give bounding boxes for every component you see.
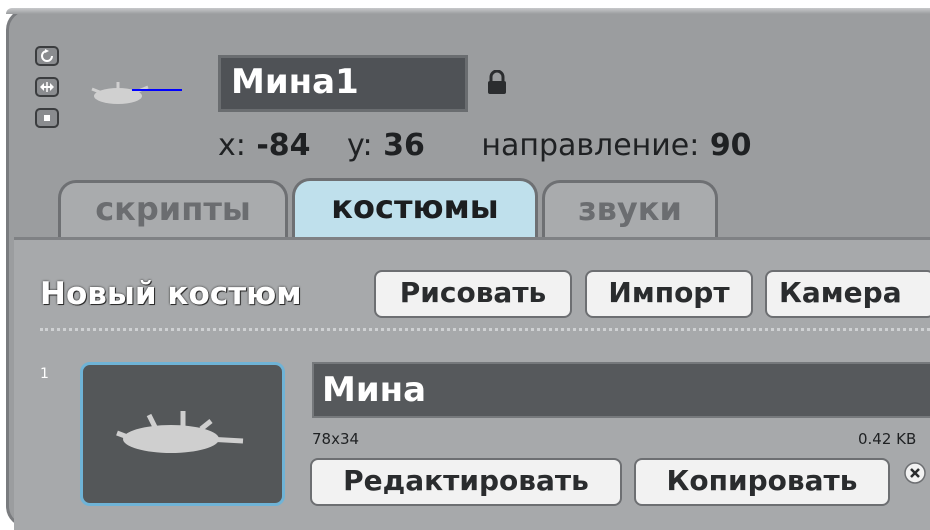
x-label: x: — [218, 128, 246, 163]
left-right-flip-icon[interactable] — [35, 77, 59, 97]
delete-costume-icon[interactable] — [904, 462, 926, 484]
sprite-coordinates: x: -84 y: 36 направление: 90 — [218, 128, 752, 168]
sprite-name-field[interactable]: Мина1 — [218, 55, 468, 112]
costume-size: 0.42 KB — [858, 430, 917, 448]
copy-costume-button[interactable]: Копировать — [634, 458, 890, 506]
paint-button[interactable]: Рисовать — [374, 270, 572, 318]
y-label: y: — [346, 128, 373, 163]
import-button[interactable]: Импорт — [585, 270, 753, 318]
costume-dimensions: 78x34 — [312, 430, 360, 448]
panel-top-edge — [6, 8, 930, 14]
rotate-all-around-icon[interactable] — [35, 46, 59, 66]
costume-image — [116, 411, 244, 453]
tab-sounds[interactable]: звуки — [542, 180, 718, 238]
costume-index: 1 — [40, 366, 49, 382]
sprite-thumbnail — [91, 82, 182, 104]
camera-button[interactable]: Камера — [765, 270, 930, 318]
costume-name-field[interactable]: Мина — [312, 362, 930, 418]
tab-scripts[interactable]: скрипты — [58, 180, 288, 238]
direction-label: направление: — [481, 128, 700, 163]
no-rotate-icon[interactable] — [35, 108, 59, 128]
divider — [40, 328, 930, 331]
edit-costume-button[interactable]: Редактировать — [310, 458, 622, 506]
x-value: -84 — [256, 128, 311, 163]
direction-value: 90 — [709, 128, 752, 163]
tab-costumes[interactable]: костюмы — [292, 178, 538, 240]
y-value: 36 — [383, 128, 425, 163]
lock-icon[interactable] — [486, 70, 508, 96]
new-costume-label: Новый костюм — [40, 276, 302, 312]
costume-thumbnail[interactable] — [80, 362, 285, 506]
